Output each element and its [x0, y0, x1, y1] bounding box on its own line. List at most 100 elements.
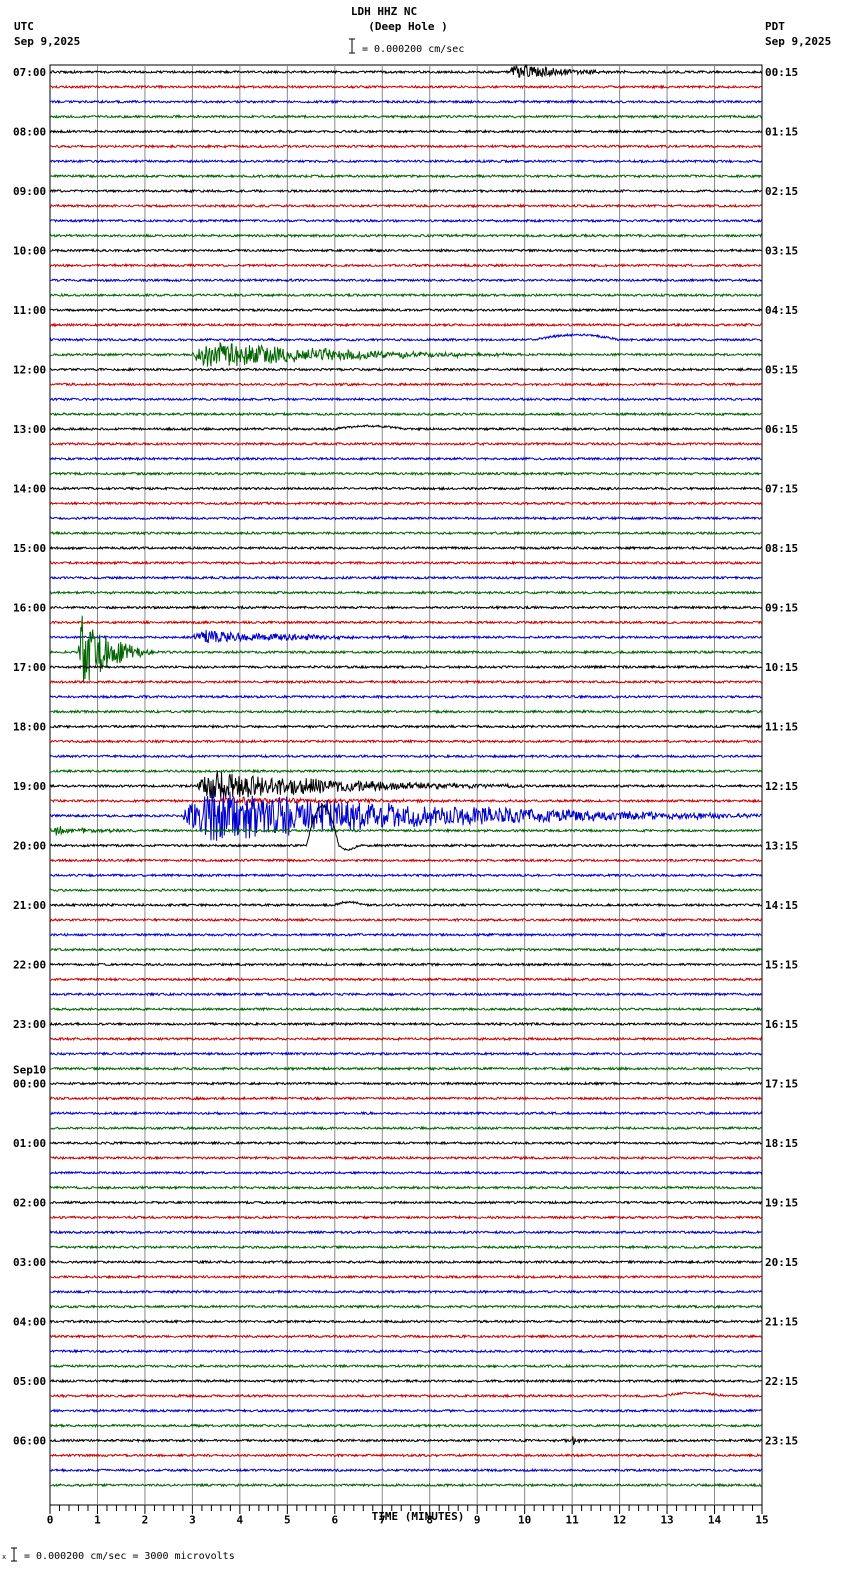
- x-tick-label: 12: [613, 1514, 626, 1527]
- pdt-hour-label: 13:15: [765, 840, 798, 853]
- seismic-trace: [49, 1110, 763, 1116]
- pdt-hour-label: 01:15: [765, 126, 798, 139]
- scale-bar-icon: [349, 38, 355, 54]
- x-tick-label: 15: [755, 1514, 768, 1527]
- traces: [49, 63, 763, 1488]
- seismic-trace: [49, 723, 763, 730]
- utc-hour-label: 19:00: [13, 780, 46, 793]
- pdt-hour-label: 04:15: [765, 304, 798, 317]
- seismic-trace: [49, 961, 763, 968]
- pdt-hour-label: 17:15: [765, 1078, 798, 1091]
- seismic-trace: [49, 590, 763, 596]
- seismic-trace: [49, 203, 763, 209]
- seismic-trace: [49, 1452, 763, 1458]
- pdt-hour-label: 02:15: [765, 185, 798, 198]
- pdt-hour-label: 03:15: [765, 245, 798, 258]
- pdt-hour-label: 20:15: [765, 1256, 798, 1269]
- pdt-hour-label: 21:15: [765, 1316, 798, 1329]
- seismic-trace: [49, 545, 763, 551]
- seismic-trace: [49, 679, 762, 685]
- x-tick-label: 14: [708, 1514, 722, 1527]
- seismic-trace: [49, 173, 762, 179]
- seismic-trace: [49, 738, 763, 744]
- seismic-trace: [49, 1274, 762, 1280]
- x-tick-label: 0: [47, 1514, 54, 1527]
- utc-hour-label: 12:00: [13, 364, 46, 377]
- seismic-trace: [50, 530, 763, 536]
- seismic-trace: [49, 615, 763, 684]
- utc-hour-label: 17:00: [13, 661, 46, 674]
- utc-hour-label: 22:00: [13, 959, 46, 972]
- utc-hour-label: 02:00: [13, 1197, 46, 1210]
- utc-hour-label: 15:00: [13, 542, 46, 555]
- footer-scale-bar-icon: [11, 1547, 17, 1562]
- seismic-trace: [49, 991, 763, 997]
- seismic-trace: [49, 1259, 763, 1265]
- seismic-trace: [49, 128, 763, 135]
- seismic-trace: [49, 366, 763, 373]
- seismic-trace: [49, 441, 763, 447]
- seismic-trace: [49, 113, 763, 120]
- pdt-hour-label: 10:15: [765, 661, 798, 674]
- pdt-hour-label: 18:15: [765, 1137, 798, 1150]
- seismic-trace: [49, 771, 763, 799]
- seismic-trace: [49, 411, 763, 417]
- seismic-trace: [49, 233, 763, 239]
- x-tick-label: 2: [142, 1514, 149, 1527]
- seismic-trace: [49, 424, 763, 432]
- seismic-trace: [49, 1333, 763, 1339]
- seismic-trace: [49, 1482, 763, 1488]
- seismic-trace: [49, 143, 763, 150]
- seismic-trace: [49, 1408, 763, 1414]
- footer-mark: x: [2, 1553, 6, 1561]
- utc-hour-label: 05:00: [13, 1375, 46, 1388]
- seismic-trace: [49, 1214, 763, 1220]
- seismic-trace: [49, 1289, 763, 1295]
- utc-hour-label: 03:00: [13, 1256, 46, 1269]
- seismic-trace: [49, 1185, 763, 1191]
- seismic-trace: [49, 341, 763, 367]
- utc-hour-label: 09:00: [13, 185, 46, 198]
- station-title: LDH HHZ NC: [351, 5, 417, 18]
- utc-hour-label: 16:00: [13, 602, 46, 615]
- x-tick-label: 10: [518, 1514, 531, 1527]
- utc-hour-label: 14:00: [13, 483, 46, 496]
- seismic-trace: [49, 1348, 763, 1354]
- seismic-trace: [49, 485, 763, 492]
- seismic-trace: [49, 629, 763, 644]
- seismic-trace: [49, 1199, 763, 1206]
- pdt-hour-label: 22:15: [765, 1375, 798, 1388]
- station-name: (Deep Hole ): [368, 20, 447, 33]
- seismic-trace: [49, 188, 762, 194]
- pdt-hour-label: 09:15: [765, 602, 798, 615]
- x-tick-label: 6: [331, 1514, 338, 1527]
- x-tick-label: 9: [474, 1514, 481, 1527]
- seismic-trace: [49, 1036, 763, 1042]
- helicorder-plot: LDH HHZ NC (Deep Hole ) UTC Sep 9,2025 P…: [2, 5, 831, 1562]
- seismic-trace: [49, 1363, 763, 1369]
- seismic-trace: [49, 63, 763, 78]
- pdt-hour-label: 11:15: [765, 721, 798, 734]
- x-axis-label: TIME (MINUTES): [372, 1510, 465, 1523]
- seismic-trace: [49, 471, 763, 477]
- seismic-trace: [49, 277, 763, 283]
- utc-hour-label: 18:00: [13, 721, 46, 734]
- seismic-trace: [49, 247, 763, 254]
- utc-hour-label: 20:00: [13, 840, 46, 853]
- seismic-trace: [49, 515, 763, 521]
- right-timezone: PDT: [765, 20, 785, 33]
- x-tick-label: 11: [566, 1514, 580, 1527]
- left-date: Sep 9,2025: [14, 35, 80, 48]
- seismic-trace: [49, 604, 763, 611]
- date-change-label: Sep10: [13, 1064, 46, 1077]
- pdt-hour-label: 14:15: [765, 899, 798, 912]
- seismic-trace: [49, 1229, 763, 1235]
- seismic-trace: [49, 322, 763, 328]
- utc-hour-label: 04:00: [13, 1316, 46, 1329]
- seismic-trace: [49, 575, 763, 581]
- footer-scale-text: = 0.000200 cm/sec = 3000 microvolts: [24, 1551, 235, 1562]
- seismic-trace: [49, 1095, 763, 1101]
- pdt-hour-label: 15:15: [765, 959, 798, 972]
- seismic-trace: [49, 1170, 763, 1176]
- seismic-trace: [49, 795, 763, 807]
